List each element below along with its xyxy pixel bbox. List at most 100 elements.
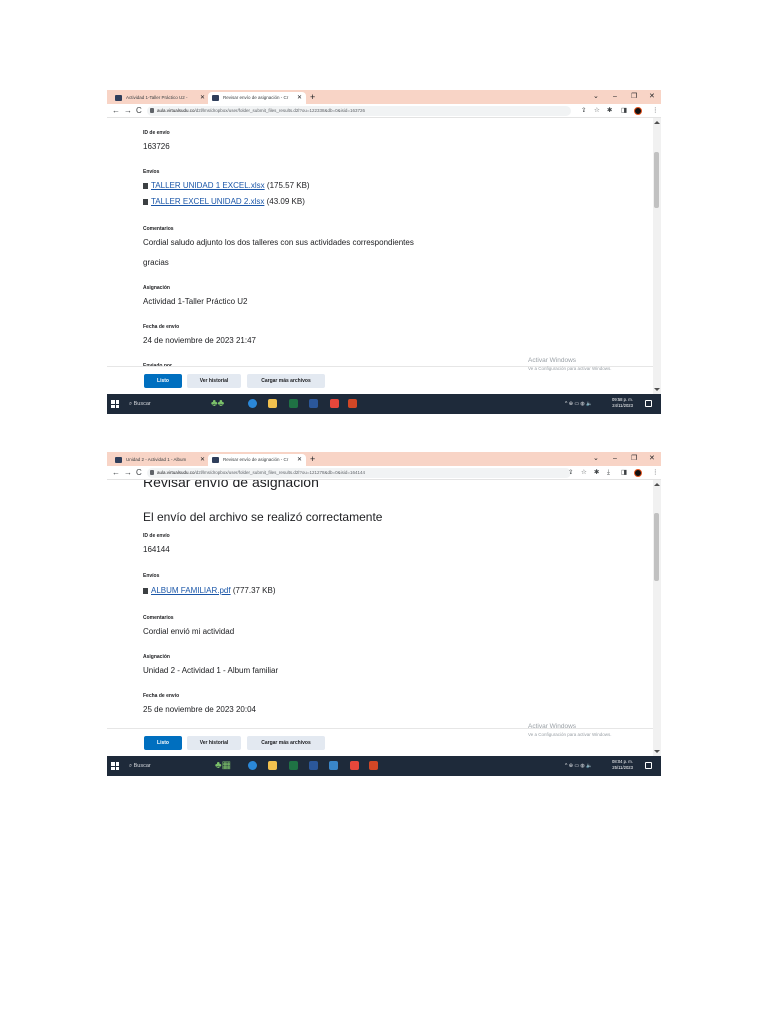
system-tray-icons[interactable]: ^ ⊕ ▭ ◍ 🔈	[565, 394, 592, 414]
powerpoint-icon[interactable]	[369, 761, 378, 770]
restore-button[interactable]: ❐	[631, 90, 637, 104]
activate-windows-subtitle: Ve a Configuración para activar Windows.	[528, 732, 612, 737]
view-history-button[interactable]: Ver historial	[187, 374, 241, 388]
submission-id-value: 163726	[143, 142, 170, 151]
scroll-down-icon[interactable]	[654, 388, 660, 391]
submission-id-label: ID de envío	[143, 533, 170, 539]
reload-icon[interactable]: C	[136, 466, 142, 480]
windows-start-icon[interactable]	[111, 762, 119, 770]
reload-icon[interactable]: C	[136, 104, 142, 118]
weather-landscape-icon[interactable]: ♣♣	[211, 396, 224, 412]
store-icon[interactable]	[330, 399, 339, 408]
share-icon[interactable]: ⇪	[581, 104, 586, 118]
file-icon	[143, 199, 148, 205]
back-arrow-icon[interactable]: ←	[112, 104, 120, 118]
side-panel-icon[interactable]: ◨	[621, 104, 627, 118]
system-tray-icons[interactable]: ^ ⊕ ▭ ◍ 🔈	[565, 756, 592, 776]
tab-revisar-envio[interactable]: Revisar envío de asignación - Cr ✕	[208, 454, 306, 466]
scrollbar-thumb[interactable]	[654, 513, 659, 581]
minimize-button[interactable]: –	[613, 90, 617, 104]
tab-close-icon[interactable]: ✕	[200, 454, 205, 466]
file-link[interactable]: TALLER EXCEL UNIDAD 2.xlsx	[151, 197, 264, 206]
forward-arrow-icon[interactable]: →	[124, 466, 132, 480]
word-icon[interactable]	[309, 399, 318, 408]
scroll-up-icon[interactable]	[654, 121, 660, 124]
done-button[interactable]: Listo	[144, 736, 182, 750]
word-icon[interactable]	[309, 761, 318, 770]
store-icon[interactable]	[350, 761, 359, 770]
tab-revisar-envio[interactable]: Revisar envío de asignación - Cr ✕	[208, 92, 306, 104]
file-icon	[143, 183, 148, 189]
page-title: Revisar envío de asignación	[143, 480, 319, 490]
back-arrow-icon[interactable]: ←	[112, 466, 120, 480]
weather-widget-icon[interactable]: ♣▦	[215, 758, 231, 774]
site-favicon-icon	[212, 457, 219, 463]
file-link[interactable]: ALBUM FAMILIAR.pdf	[151, 586, 231, 595]
file-explorer-icon[interactable]	[268, 399, 277, 408]
new-tab-plus-icon[interactable]: +	[310, 91, 315, 103]
forward-arrow-icon[interactable]: →	[124, 104, 132, 118]
submission-date-value: 25 de noviembre de 2023 20:04	[143, 705, 256, 714]
scrollbar-thumb[interactable]	[654, 152, 659, 208]
scroll-up-icon[interactable]	[654, 483, 660, 486]
taskbar-clock[interactable]: 08:04 p. m. 25/11/2023	[612, 759, 633, 771]
bookmark-star-icon[interactable]: ☆	[594, 104, 600, 118]
restore-button[interactable]: ❐	[631, 452, 637, 466]
file-explorer-icon[interactable]	[268, 761, 277, 770]
excel-icon[interactable]	[289, 761, 298, 770]
bookmark-star-icon[interactable]: ☆	[581, 466, 587, 480]
url-input[interactable]: aula.virtualsudu.co/d2l/lms/dropbox/user…	[147, 468, 571, 478]
windows-taskbar: ⌕ Buscar ♣♣ ^ ⊕ ▭ ◍ 🔈 09:58 p. m. 24/11/…	[107, 394, 661, 414]
submission-date-label: Fecha de envío	[143, 324, 180, 330]
close-window-button[interactable]: ✕	[649, 452, 655, 466]
windows-start-icon[interactable]	[111, 400, 119, 408]
notifications-icon[interactable]	[645, 400, 652, 407]
scroll-down-icon[interactable]	[654, 750, 660, 753]
menu-kebab-icon[interactable]: ⋮	[652, 466, 659, 480]
notifications-icon[interactable]	[645, 762, 652, 769]
submission-date-value: 24 de noviembre de 2023 21:47	[143, 336, 256, 345]
share-icon[interactable]: ⇪	[568, 466, 573, 480]
tab-close-icon[interactable]: ✕	[200, 92, 205, 104]
search-icon: ⌕	[129, 763, 133, 769]
menu-kebab-icon[interactable]: ⋮	[652, 104, 659, 118]
submission-file: TALLER EXCEL UNIDAD 2.xlsx (43.09 KB)	[143, 197, 305, 206]
tab-close-icon[interactable]: ✕	[297, 454, 302, 466]
view-history-button[interactable]: Ver historial	[187, 736, 241, 750]
tab-close-icon[interactable]: ✕	[297, 92, 302, 104]
taskbar-search[interactable]: ⌕ Buscar	[129, 756, 151, 776]
excel-icon[interactable]	[289, 399, 298, 408]
profile-avatar[interactable]	[634, 107, 642, 115]
submission-file: ALBUM FAMILIAR.pdf (777.37 KB)	[143, 586, 276, 595]
profile-avatar[interactable]	[634, 469, 642, 477]
url-input[interactable]: aula.virtualsudu.co/d2l/lms/dropbox/user…	[147, 106, 571, 116]
site-favicon-icon	[115, 95, 122, 101]
activate-windows-title: Activar Windows	[528, 723, 577, 730]
download-icon[interactable]: ⤓	[607, 466, 610, 480]
taskbar-clock[interactable]: 09:58 p. m. 24/11/2023	[612, 397, 633, 409]
edge-browser-icon[interactable]	[248, 761, 257, 770]
new-tab-plus-icon[interactable]: +	[310, 453, 315, 465]
side-panel-icon[interactable]: ◨	[621, 466, 627, 480]
extensions-puzzle-icon[interactable]: ✱	[594, 466, 599, 480]
upload-more-files-button[interactable]: Cargar más archivos	[247, 374, 325, 388]
submissions-label: Envíos	[143, 169, 160, 175]
tab-search-chevron-icon[interactable]: ⌄	[593, 452, 599, 466]
extensions-puzzle-icon[interactable]: ✱	[607, 104, 612, 118]
submission-id-label: ID de envío	[143, 130, 170, 136]
tab-search-chevron-icon[interactable]: ⌄	[593, 90, 599, 104]
page-scrollbar[interactable]	[653, 118, 661, 394]
tab-actividad-1[interactable]: Actividad 1-Taller Práctico U2 - ✕	[111, 92, 209, 104]
upload-more-files-button[interactable]: Cargar más archivos	[247, 736, 325, 750]
taskbar-search[interactable]: ⌕ Buscar	[129, 394, 151, 414]
minimize-button[interactable]: –	[613, 452, 617, 466]
file-link[interactable]: TALLER UNIDAD 1 EXCEL.xlsx	[151, 181, 265, 190]
action-bar: Listo Ver historial Cargar más archivos …	[107, 357, 653, 394]
tab-unidad-2[interactable]: Unidad 2 - Actividad 1 - Album ✕	[111, 454, 209, 466]
done-button[interactable]: Listo	[144, 374, 182, 388]
edge-browser-icon[interactable]	[248, 399, 257, 408]
powerpoint-icon[interactable]	[348, 399, 357, 408]
close-window-button[interactable]: ✕	[649, 90, 655, 104]
app-icon[interactable]	[329, 761, 338, 770]
page-scrollbar[interactable]	[653, 480, 661, 756]
